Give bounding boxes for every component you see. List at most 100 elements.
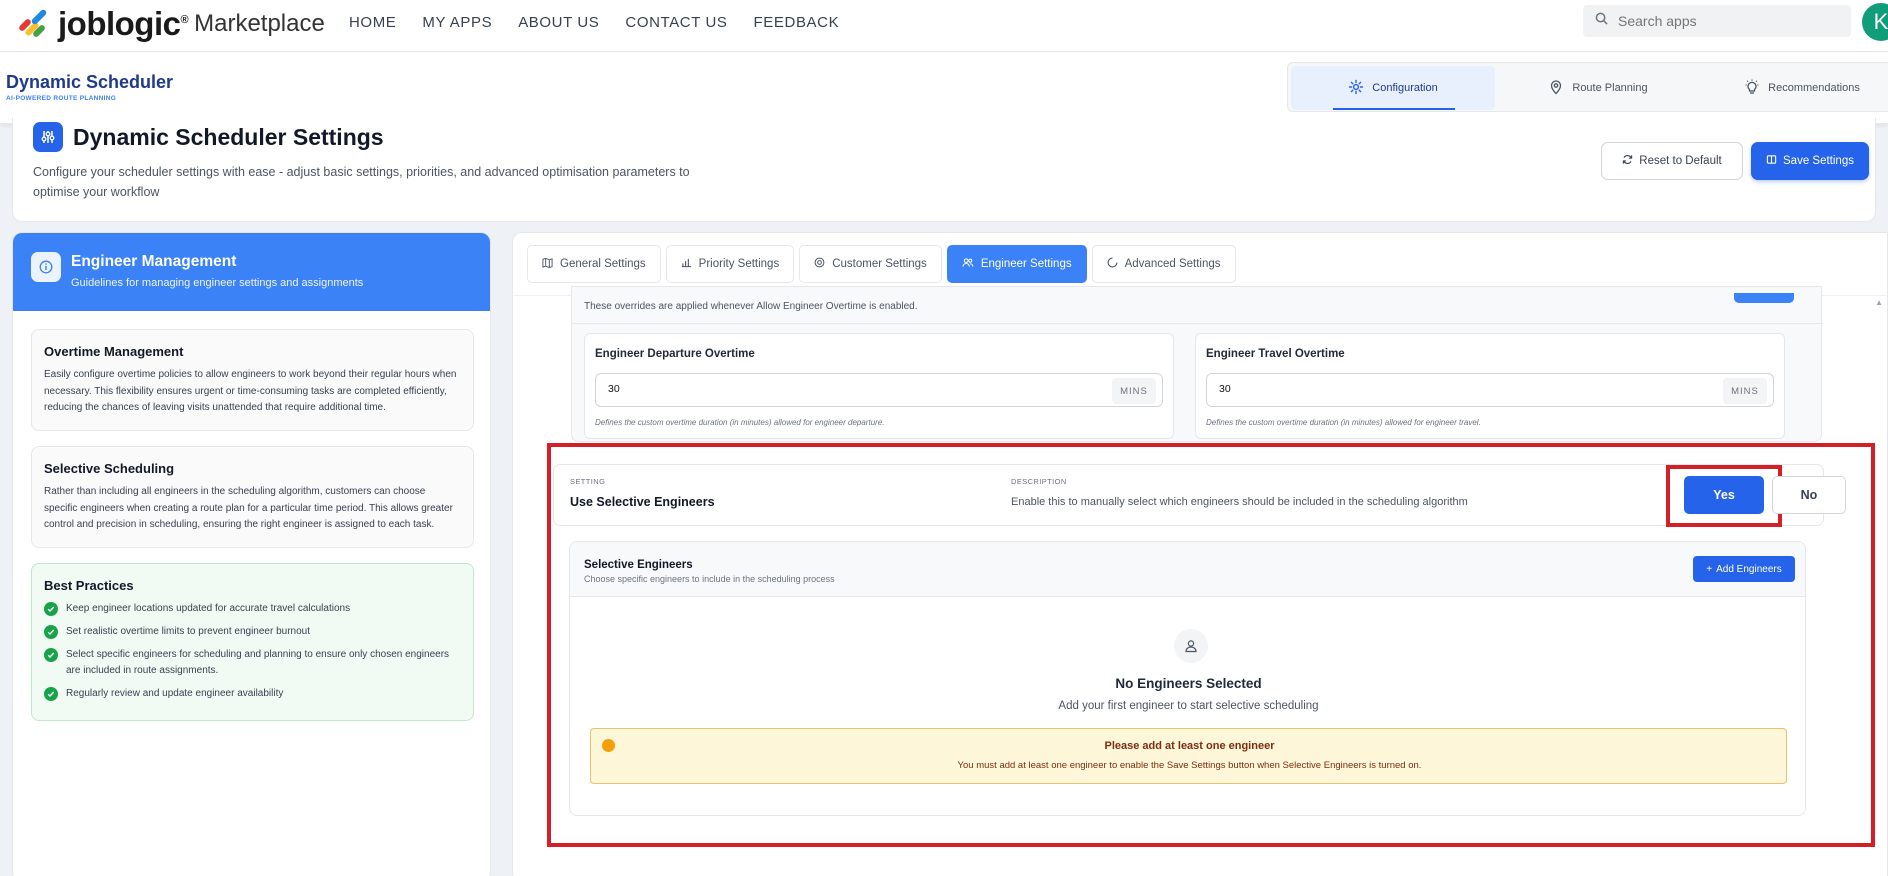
scroll-up-arrow-icon[interactable]: ▲	[1875, 298, 1883, 307]
check-circle-icon	[44, 602, 58, 616]
joblogic-logo[interactable]: joblogic® Marketplace	[14, 4, 325, 44]
engineer-management-subtitle: Guidelines for managing engineer setting…	[71, 277, 364, 289]
gear-icon	[1348, 79, 1364, 98]
logo-marketplace: Marketplace	[194, 10, 325, 37]
add-engineers-label: Add Engineers	[1716, 563, 1782, 575]
engineer-management-header: Engineer Management Guidelines for manag…	[13, 233, 490, 311]
check-circle-icon	[44, 648, 58, 662]
tab-general-settings[interactable]: General Settings	[527, 245, 661, 283]
settings-tabs: General Settings Priority Settings Custo…	[527, 245, 1236, 283]
refresh-icon	[1622, 154, 1633, 168]
travel-overtime-unit: MINS	[1723, 378, 1767, 404]
overtime-management-text: Easily configure overtime policies to al…	[44, 369, 457, 413]
nav-feedback[interactable]: FEEDBACK	[754, 14, 840, 31]
selective-scheduling-text: Rather than including all engineers in t…	[44, 486, 453, 530]
travel-overtime-field: Engineer Travel Overtime MINS Defines th…	[1195, 333, 1785, 439]
setting-name: Use Selective Engineers	[570, 495, 715, 509]
empty-state-subtitle: Add your first engineer to start selecti…	[1058, 700, 1319, 712]
check-circle-icon	[44, 625, 58, 639]
app-tabs: Configuration Route Planning Recommendat…	[1287, 62, 1888, 112]
best-practice-item: Keep engineer locations updated for accu…	[44, 601, 461, 617]
travel-overtime-label: Engineer Travel Overtime	[1206, 348, 1345, 360]
setting-caption: SETTING	[570, 477, 606, 486]
empty-state-title: No Engineers Selected	[1115, 676, 1262, 691]
tab-configuration[interactable]: Configuration	[1291, 66, 1495, 110]
bar-chart-icon	[681, 257, 692, 271]
sliders-icon	[33, 122, 63, 152]
logo-mark-icon	[14, 4, 54, 44]
departure-overtime-unit: MINS	[1112, 378, 1156, 404]
selective-scheduling-title: Selective Scheduling	[44, 461, 175, 476]
departure-overtime-label: Engineer Departure Overtime	[595, 348, 755, 360]
scrollbar[interactable]: ▲	[1875, 296, 1885, 876]
main-nav: HOME MY APPS ABOUT US CONTACT US FEEDBAC…	[349, 0, 839, 44]
settings-content-panel: General Settings Priority Settings Custo…	[512, 232, 1888, 876]
user-avatar[interactable]: K	[1862, 3, 1888, 41]
best-practice-item: Regularly review and update engineer ava…	[44, 686, 461, 702]
search-input[interactable]	[1618, 13, 1838, 29]
selective-engineers-header: Selective Engineers Choose specific engi…	[570, 542, 1805, 597]
travel-overtime-input[interactable]	[1219, 383, 1619, 395]
description-caption: DESCRIPTION	[1011, 477, 1067, 486]
best-practice-item: Set realistic overtime limits to prevent…	[44, 624, 461, 640]
selective-engineers-title: Selective Engineers	[584, 559, 693, 571]
save-icon	[1766, 154, 1777, 168]
user-placeholder-icon	[1174, 629, 1208, 663]
nav-my-apps[interactable]: MY APPS	[422, 14, 492, 31]
users-icon	[962, 257, 974, 271]
no-button[interactable]: No	[1772, 476, 1846, 514]
departure-overtime-input[interactable]	[608, 383, 1008, 395]
save-settings-button[interactable]: Save Settings	[1751, 142, 1869, 180]
warning-alert: Please add at least one engineer You mus…	[590, 728, 1787, 784]
tab-customer-settings[interactable]: Customer Settings	[799, 245, 942, 283]
map-icon	[542, 257, 553, 271]
departure-overtime-input-wrap[interactable]: MINS	[595, 373, 1163, 407]
loader-icon	[1107, 257, 1118, 271]
nav-contact-us[interactable]: CONTACT US	[625, 14, 727, 31]
warning-text: You must add at least one engineer to en…	[957, 760, 1422, 771]
tab-configuration-label: Configuration	[1372, 82, 1438, 94]
selective-scheduling-card: Selective Scheduling Rather than includi…	[31, 446, 474, 548]
travel-overtime-input-wrap[interactable]: MINS	[1206, 373, 1774, 407]
overtime-overrides-section: These overrides are applied whenever All…	[571, 286, 1823, 442]
lightbulb-icon	[1744, 79, 1760, 98]
check-circle-icon	[44, 687, 58, 701]
settings-title: Dynamic Scheduler Settings	[73, 124, 384, 150]
tab-route-planning-label: Route Planning	[1572, 82, 1648, 94]
settings-scroll-area[interactable]: ▲ These overrides are applied whenever A…	[513, 286, 1887, 876]
overrides-action-button[interactable]	[1734, 293, 1794, 303]
target-icon	[814, 257, 825, 271]
overtime-management-title: Overtime Management	[44, 344, 184, 359]
app-header: Dynamic Scheduler AI-POWERED ROUTE PLANN…	[0, 52, 1888, 124]
add-engineers-button[interactable]: + Add Engineers	[1693, 556, 1795, 582]
app-subtitle: AI-POWERED ROUTE PLANNING	[6, 95, 117, 102]
reset-to-default-button[interactable]: Reset to Default	[1601, 142, 1743, 180]
tab-recommendations[interactable]: Recommendations	[1700, 66, 1888, 110]
tab-priority-settings[interactable]: Priority Settings	[665, 245, 795, 283]
selective-engineers-subtitle: Choose specific engineers to include in …	[584, 574, 835, 584]
tab-engineer-settings[interactable]: Engineer Settings	[946, 245, 1087, 283]
best-practices-title: Best Practices	[44, 578, 134, 593]
departure-overtime-field: Engineer Departure Overtime MINS Defines…	[584, 333, 1174, 439]
engineer-management-panel: Engineer Management Guidelines for manag…	[12, 232, 491, 876]
tab-route-planning[interactable]: Route Planning	[1498, 66, 1698, 110]
nav-home[interactable]: HOME	[349, 14, 396, 31]
settings-description: Configure your scheduler settings with e…	[33, 165, 690, 199]
top-nav: joblogic® Marketplace HOME MY APPS ABOUT…	[0, 0, 1888, 52]
departure-overtime-hint: Defines the custom overtime duration (in…	[595, 418, 885, 427]
overtime-overrides-note: These overrides are applied whenever All…	[584, 301, 918, 312]
yes-button[interactable]: Yes	[1684, 476, 1764, 514]
tab-recommendations-label: Recommendations	[1768, 82, 1860, 94]
setting-description: Enable this to manually select which eng…	[1011, 496, 1468, 508]
reset-label: Reset to Default	[1639, 155, 1722, 167]
tab-advanced-settings[interactable]: Advanced Settings	[1091, 245, 1236, 283]
use-selective-engineers-row: SETTING Use Selective Engineers DESCRIPT…	[553, 464, 1846, 527]
settings-header-card: Dynamic Scheduler Settings Configure you…	[12, 118, 1876, 222]
overtime-management-card: Overtime Management Easily configure ove…	[31, 329, 474, 431]
best-practices-card: Best Practices Keep engineer locations u…	[31, 563, 474, 721]
nav-about-us[interactable]: ABOUT US	[518, 14, 599, 31]
save-label: Save Settings	[1783, 155, 1854, 167]
map-pin-icon	[1548, 79, 1564, 98]
travel-overtime-hint: Defines the custom overtime duration (in…	[1206, 418, 1481, 427]
search-box[interactable]	[1583, 5, 1851, 37]
